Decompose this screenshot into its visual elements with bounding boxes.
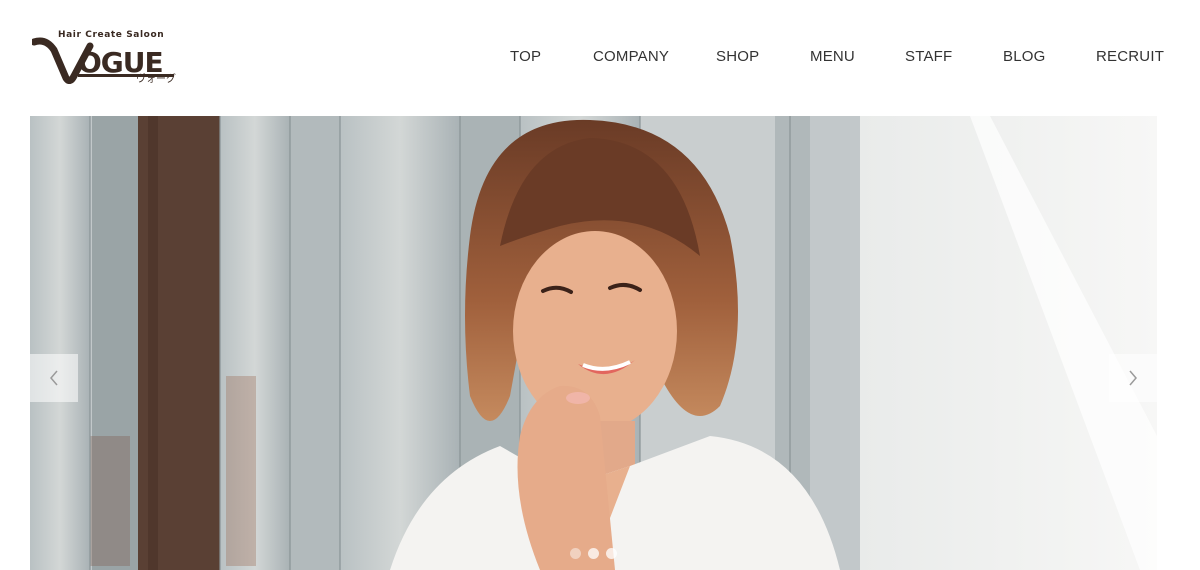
hero-slider — [30, 116, 1157, 570]
slider-dot-1[interactable] — [570, 548, 581, 559]
nav-item-staff[interactable]: STAFF — [905, 47, 952, 67]
nav-item-blog[interactable]: BLOG — [1003, 47, 1045, 67]
nav-item-shop[interactable]: SHOP — [716, 47, 759, 67]
hero-slide-image — [30, 116, 1157, 570]
nav-item-recruit[interactable]: RECRUIT — [1096, 47, 1164, 67]
logo-kana: ヴォーグ — [136, 74, 176, 85]
slider-next-button[interactable] — [1109, 354, 1157, 402]
chevron-left-icon — [50, 370, 58, 386]
main-nav: TOP COMPANY SHOP MENU STAFF BLOG RECRUIT — [0, 47, 1200, 67]
slider-dot-2[interactable] — [588, 548, 599, 559]
nav-item-top[interactable]: TOP — [510, 47, 541, 67]
slider-prev-button[interactable] — [30, 354, 78, 402]
site-header: Hair Create Saloon OGUE ヴォーグ TOP COMPANY… — [0, 0, 1200, 116]
chevron-right-icon — [1129, 370, 1137, 386]
nav-item-menu[interactable]: MENU — [810, 47, 855, 67]
slider-dot-3[interactable] — [606, 548, 617, 559]
nav-item-company[interactable]: COMPANY — [593, 47, 669, 67]
